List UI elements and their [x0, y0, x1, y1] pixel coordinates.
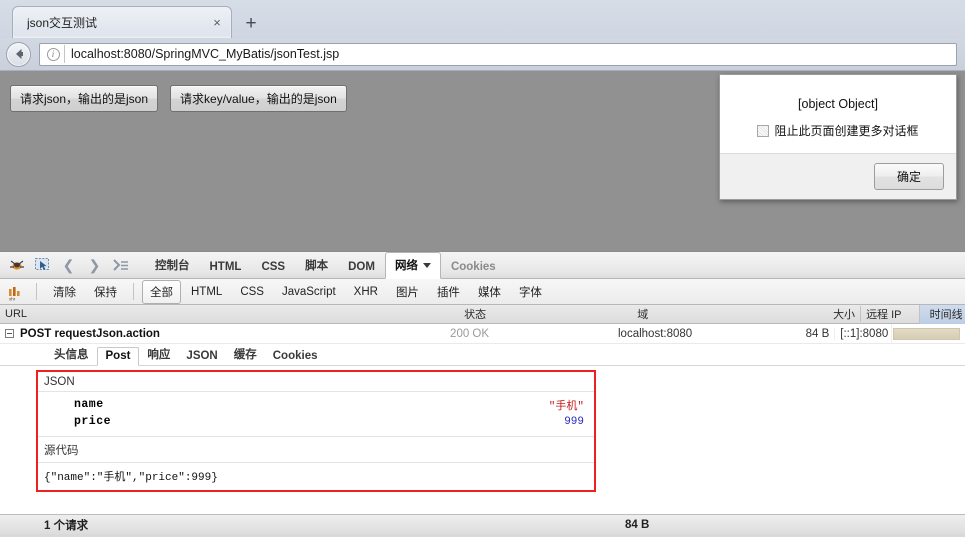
- tab-network[interactable]: 网络: [384, 252, 441, 279]
- source-section-label: 源代码: [38, 436, 594, 463]
- chevron-down-icon[interactable]: [422, 263, 431, 269]
- toolbar-divider: [36, 283, 37, 300]
- list-item[interactable]: price 999: [38, 413, 594, 430]
- column-header-url[interactable]: URL: [0, 308, 459, 320]
- detail-tab-cookies[interactable]: Cookies: [265, 348, 326, 365]
- total-size: 84 B: [625, 518, 650, 531]
- collapse-icon[interactable]: [5, 329, 14, 338]
- javascript-alert-dialog: [object Object] 阻止此页面创建更多对话框 确定: [719, 74, 957, 200]
- dialog-body: [object Object] 阻止此页面创建更多对话框: [720, 75, 956, 153]
- filter-xhr[interactable]: XHR: [346, 282, 386, 302]
- tab-script[interactable]: 脚本: [295, 252, 338, 278]
- request-keyvalue-button[interactable]: 请求key/value，输出的是json: [170, 85, 347, 112]
- nav-back-icon[interactable]: ❮: [58, 255, 79, 275]
- detail-tab-post[interactable]: Post: [96, 347, 140, 366]
- filter-media[interactable]: 媒体: [470, 280, 509, 304]
- row-size: 84 B: [805, 327, 830, 340]
- suppress-dialogs-label[interactable]: 阻止此页面创建更多对话框: [774, 122, 918, 139]
- persist-button[interactable]: 保持: [86, 280, 125, 304]
- inspect-element-icon[interactable]: [32, 255, 53, 275]
- column-header-timeline[interactable]: 时间线: [918, 304, 965, 324]
- tab-html[interactable]: HTML: [200, 256, 252, 278]
- address-bar[interactable]: i localhost:8080/SpringMVC_MyBatis/jsonT…: [39, 42, 957, 66]
- svg-text:xhr: xhr: [9, 296, 16, 301]
- close-icon[interactable]: ×: [209, 15, 225, 31]
- column-header-status[interactable]: 状态: [459, 306, 632, 322]
- network-filter-toolbar: xhr 清除 保持 全部 HTML CSS JavaScript XHR 图片 …: [0, 279, 965, 305]
- command-line-icon[interactable]: [110, 255, 131, 275]
- json-property-list: name "手机" price 999: [38, 392, 594, 436]
- detail-tab-response[interactable]: 响应: [139, 344, 178, 365]
- row-url-cell[interactable]: POST requestJson.action: [0, 328, 445, 340]
- page-viewport: 请求json，输出的是json 请求key/value，输出的是json [ob…: [0, 71, 965, 251]
- detail-tab-list: 头信息 Post 响应 JSON 缓存 Cookies: [0, 344, 965, 366]
- filter-css[interactable]: CSS: [232, 282, 272, 302]
- firebug-bug-icon[interactable]: [6, 255, 27, 275]
- filter-javascript[interactable]: JavaScript: [274, 282, 344, 302]
- detail-tab-headers[interactable]: 头信息: [46, 344, 97, 365]
- filter-plugins[interactable]: 插件: [429, 280, 468, 304]
- detail-pane-spacer: [0, 492, 965, 508]
- tab-cookies[interactable]: Cookies: [441, 256, 506, 278]
- tab-dom[interactable]: DOM: [338, 256, 385, 278]
- firebug-status-bar: 1 个请求 84 B: [0, 514, 965, 534]
- row-timeline: [891, 323, 965, 344]
- tab-css[interactable]: CSS: [251, 256, 295, 278]
- json-key: name: [74, 398, 104, 411]
- firebug-panel: ❮ ❯ 控制台 HTML CSS 脚本 DOM 网络 Cookies xhr 清…: [0, 251, 965, 537]
- row-status: 200 OK: [450, 327, 490, 340]
- site-identity-icon[interactable]: i: [44, 45, 62, 63]
- column-header-size[interactable]: 大小: [805, 306, 860, 322]
- dialog-ok-button[interactable]: 确定: [874, 163, 944, 190]
- column-header-domain[interactable]: 域: [632, 306, 805, 322]
- json-section-label: JSON: [38, 372, 594, 392]
- back-button[interactable]: [6, 41, 31, 67]
- row-domain: localhost:8080: [618, 327, 693, 340]
- url-divider: [64, 45, 65, 63]
- new-tab-button[interactable]: +: [236, 12, 266, 38]
- list-item[interactable]: name "手机": [38, 396, 594, 413]
- request-json-button[interactable]: 请求json，输出的是json: [10, 85, 159, 112]
- dialog-message: [object Object]: [798, 97, 878, 111]
- filter-fonts[interactable]: 字体: [511, 280, 550, 304]
- json-value: 999: [564, 415, 584, 428]
- table-row[interactable]: POST requestJson.action 200 OK localhost…: [0, 323, 965, 344]
- plus-icon: +: [245, 13, 257, 34]
- json-key: price: [74, 415, 112, 428]
- tab-console[interactable]: 控制台: [145, 252, 200, 278]
- url-text: localhost:8080/SpringMVC_MyBatis/jsonTes…: [71, 47, 340, 61]
- request-detail-pane: 头信息 Post 响应 JSON 缓存 Cookies JSON name "手…: [0, 344, 965, 508]
- navigation-bar: i localhost:8080/SpringMVC_MyBatis/jsonT…: [0, 38, 965, 70]
- request-url: POST requestJson.action: [20, 327, 160, 340]
- source-code-text: {"name":"手机","price":999}: [44, 472, 218, 484]
- dialog-footer: 确定: [720, 153, 956, 199]
- detail-tab-json[interactable]: JSON: [178, 348, 225, 365]
- json-highlight-box: JSON name "手机" price 999 源代码 {"name":"手机…: [36, 370, 596, 492]
- firebug-toolbar: ❮ ❯ 控制台 HTML CSS 脚本 DOM 网络 Cookies: [0, 252, 965, 279]
- detail-tab-cache[interactable]: 缓存: [226, 344, 265, 365]
- clear-button[interactable]: 清除: [45, 280, 84, 304]
- column-header-remote-ip[interactable]: 远程 IP: [860, 306, 919, 322]
- browser-chrome: json交互测试 × + i localhost:8080/SpringMVC_…: [0, 0, 965, 71]
- network-table-header: URL 状态 域 大小 远程 IP 时间线: [0, 304, 965, 324]
- suppress-dialogs-checkbox[interactable]: [757, 124, 770, 137]
- tab-strip: json交互测试 × +: [0, 0, 965, 38]
- xhr-chart-icon[interactable]: xhr: [6, 283, 24, 301]
- nav-forward-icon[interactable]: ❯: [84, 255, 105, 275]
- browser-tab[interactable]: json交互测试 ×: [12, 6, 232, 38]
- tab-title: json交互测试: [27, 16, 98, 30]
- back-arrow-icon: [15, 49, 23, 59]
- json-value: "手机": [548, 400, 584, 413]
- timeline-bar: [893, 327, 960, 340]
- request-count: 1 个请求: [44, 519, 89, 532]
- toolbar-divider-2: [133, 283, 134, 300]
- firebug-tab-list: 控制台 HTML CSS 脚本 DOM 网络 Cookies: [145, 252, 506, 279]
- row-remote-ip: [::1]:8080: [834, 327, 891, 340]
- filter-images[interactable]: 图片: [388, 280, 427, 304]
- dialog-suppress-row: 阻止此页面创建更多对话框: [734, 122, 942, 139]
- filter-html[interactable]: HTML: [183, 282, 230, 302]
- filter-all[interactable]: 全部: [142, 279, 181, 304]
- browser-window: json交互测试 × + i localhost:8080/SpringMVC_…: [0, 0, 965, 537]
- firebug-toolbar-icons: ❮ ❯: [6, 252, 137, 278]
